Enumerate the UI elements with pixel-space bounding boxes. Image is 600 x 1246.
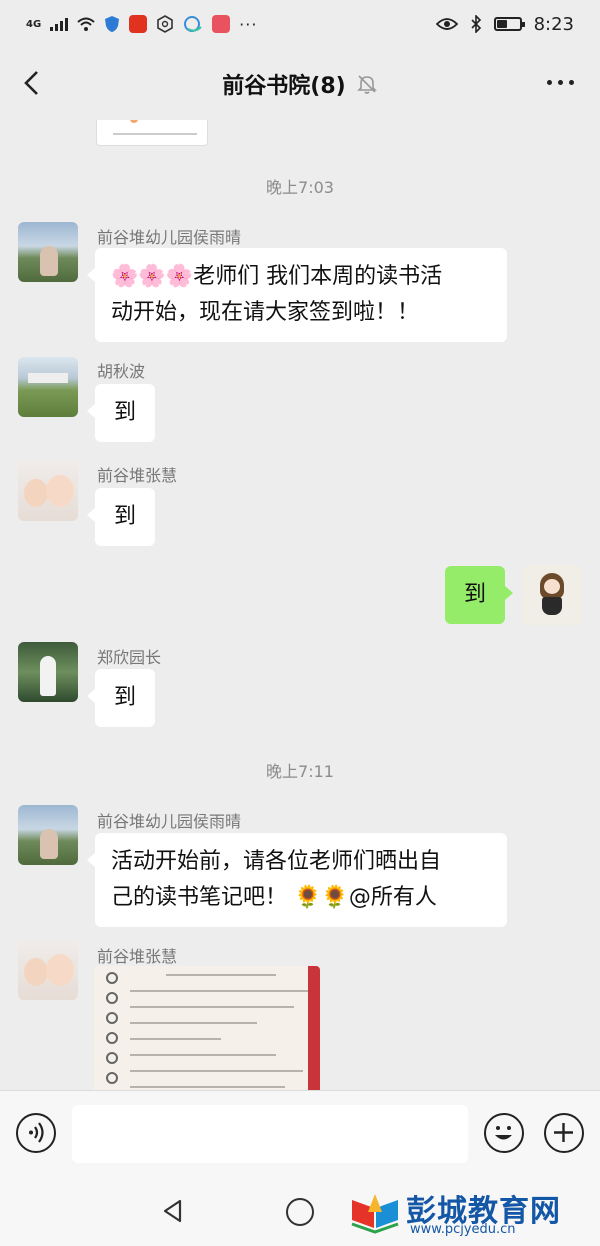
system-back-icon[interactable] [160,1198,186,1224]
voice-icon [29,1122,44,1143]
message-bubble[interactable]: 活动开始前，请各位老师们晒出自 己的读书笔记吧！ 🌻🌻@所有人 [87,833,507,927]
muted-bell-icon [356,75,377,94]
message-text: 老师们 我们本周的读书活 [193,264,443,289]
avatar[interactable] [18,940,78,1000]
emoji-button[interactable] [484,1113,524,1153]
message-input[interactable] [72,1105,468,1163]
status-bar: 4G ··· 8:23 [0,0,600,48]
sender-name: 前谷堆幼儿园侯雨晴 [97,812,242,831]
message-bubble[interactable]: 到 [87,669,155,727]
message-text: 到 [113,400,136,425]
message-bubble[interactable]: 🌸🌸🌸老师们 我们本周的读书活 动开始，现在请大家签到啦！！ [87,248,507,342]
sender-name: 胡秋波 [97,362,146,381]
more-functions-button[interactable] [544,1113,584,1153]
more-notifications-icon: ··· [239,14,258,34]
network-type: 4G [26,18,42,30]
message-text: 己的读书笔记吧！ [111,885,288,910]
back-arrow-icon[interactable] [18,68,48,98]
flower-emoji: 🌸🌸🌸 [111,264,194,289]
watermark: 彭城教育网 www.pcjyedu.cn [348,1186,578,1242]
status-time: 8:23 [533,13,574,35]
watermark-logo-icon [351,1194,399,1234]
sunflower-emoji: 🌻🌻 [294,885,349,910]
notebook-photo[interactable] [94,966,320,1090]
sender-name: 前谷堆幼儿园侯雨晴 [97,228,242,247]
watermark-url: www.pcjyedu.cn [410,1222,516,1237]
more-options-button[interactable] [547,80,574,85]
red-app-icon [212,15,231,33]
timestamp: 晚上7:11 [266,762,334,781]
avatar[interactable] [18,222,78,282]
shield-icon [105,16,120,32]
message-text: 活动开始前，请各位老师们晒出自 [111,849,442,874]
eye-icon [435,18,458,30]
message-text: 动开始，现在请大家签到啦！！ [111,300,420,325]
avatar[interactable] [18,461,78,521]
voice-input-button[interactable] [16,1113,56,1153]
smiley-icon [495,1126,512,1140]
my-avatar[interactable] [522,565,582,625]
sender-name: 前谷堆张慧 [97,947,178,966]
input-bar [0,1090,600,1174]
message-list[interactable]: 晚上7:03 前谷堆幼儿园侯雨晴 🌸🌸🌸老师们 我们本周的读书活 动开始，现在请… [0,120,600,1090]
bluetooth-icon [471,15,481,33]
message-text: 到 [463,582,486,607]
chat-header: 前谷书院(8) [0,48,600,120]
avatar[interactable] [18,642,78,702]
battery-icon [493,17,525,31]
previous-image-message[interactable] [96,120,208,146]
mention-all[interactable]: @所有人 [349,885,437,910]
message-bubble[interactable]: 到 [87,384,155,442]
signal-icon [50,17,69,31]
message-text: 到 [113,504,136,529]
system-home-button[interactable] [286,1198,314,1226]
sender-name: 郑欣园长 [97,648,162,667]
chat-title: 前谷书院(8) [222,74,346,99]
xuexi-app-icon [129,15,148,33]
plus-icon [554,1123,573,1142]
handwriting-lines [130,974,312,1090]
avatar[interactable] [18,357,78,417]
outgoing-message-bubble[interactable]: 到 [445,566,513,624]
avatar[interactable] [18,805,78,865]
notebook-cover-edge [308,966,320,1090]
wifi-icon [77,17,95,31]
timestamp: 晚上7:03 [266,178,334,197]
notebook-rings [106,972,120,1090]
cloud-app-icon [184,16,202,32]
sender-name: 前谷堆张慧 [97,466,178,485]
hexagon-icon [157,15,173,33]
message-text: 到 [113,685,136,710]
message-bubble[interactable]: 到 [87,488,155,546]
